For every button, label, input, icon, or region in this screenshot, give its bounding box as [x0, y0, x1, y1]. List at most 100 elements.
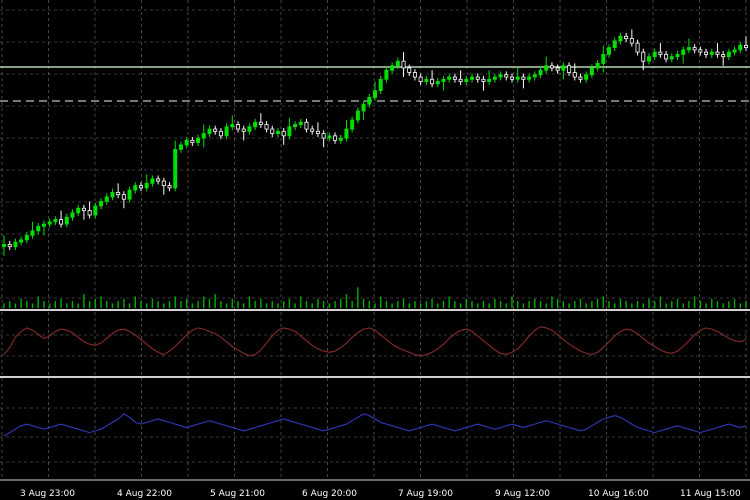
candle-body — [601, 54, 606, 64]
candle-body — [76, 207, 81, 214]
candle-body — [435, 81, 440, 85]
time-axis-label: 11 Aug 15:00 — [680, 489, 741, 499]
candle-body — [253, 121, 258, 128]
candle-body — [104, 196, 109, 202]
candle-body — [304, 121, 309, 130]
candle-body — [241, 128, 246, 132]
candle-body — [744, 44, 749, 49]
candle-body — [298, 121, 303, 125]
candle-body — [658, 51, 663, 55]
candle-body — [144, 182, 149, 189]
candle-body — [93, 205, 98, 216]
candle-body — [652, 51, 657, 58]
candle-body — [321, 133, 326, 139]
candle-body — [498, 74, 503, 78]
candle-body — [224, 126, 229, 137]
candle-body — [532, 74, 537, 78]
candle-body — [87, 210, 92, 216]
candle-body — [669, 56, 674, 60]
candle-body — [355, 110, 360, 121]
candle-body — [521, 76, 526, 80]
candle-body — [361, 103, 366, 112]
candle-body — [110, 191, 115, 198]
candle-body — [230, 124, 235, 128]
candle-body — [430, 78, 435, 85]
candle-body — [612, 40, 617, 49]
time-axis-label: 6 Aug 20:00 — [302, 489, 357, 499]
candle-body — [475, 76, 480, 80]
candle-body — [207, 128, 212, 134]
candle-body — [407, 67, 412, 73]
chart-background — [0, 0, 750, 500]
candle-body — [738, 44, 743, 51]
trading-chart: 3 Aug 23:00 4 Aug 22:00 5 Aug 21:00 6 Au… — [0, 0, 750, 500]
candle-body — [418, 76, 423, 82]
candle-body — [704, 51, 709, 55]
candle-body — [561, 65, 566, 71]
candle-body — [384, 69, 389, 80]
candle-body — [293, 124, 298, 128]
candle-body — [721, 54, 726, 58]
candle-body — [7, 244, 12, 248]
candle-body — [555, 67, 560, 71]
candle-body — [544, 65, 549, 71]
candle-body — [578, 76, 583, 80]
candle-body — [624, 35, 629, 39]
candle-body — [515, 76, 520, 80]
candle-body — [681, 49, 686, 55]
candle-body — [13, 241, 18, 248]
candle-body — [447, 76, 452, 80]
candle-body — [629, 38, 634, 44]
candle-body — [567, 65, 572, 73]
candle-body — [664, 54, 669, 60]
candle-body — [698, 49, 703, 53]
candle-body — [350, 119, 355, 130]
time-axis-label: 7 Aug 19:00 — [398, 489, 453, 499]
candle-body — [538, 69, 543, 76]
candle-body — [686, 47, 691, 51]
candle-body — [675, 54, 680, 58]
candle-body — [470, 76, 475, 80]
candle-body — [315, 130, 320, 134]
candle-body — [504, 74, 509, 78]
candle-body — [372, 90, 377, 98]
candle-body — [270, 128, 275, 134]
candle-body — [161, 180, 166, 187]
candle-body — [527, 76, 532, 80]
candle-body — [367, 96, 372, 105]
candle-body — [201, 133, 206, 139]
candle-body — [81, 207, 86, 211]
candle-body — [64, 216, 69, 225]
candle-body — [715, 51, 720, 55]
candle-body — [247, 126, 252, 132]
candle-body — [213, 128, 218, 132]
candle-body — [487, 78, 492, 82]
candle-body — [549, 65, 554, 69]
candle-body — [41, 223, 46, 227]
candle-body — [116, 191, 121, 196]
candle-body — [218, 130, 223, 137]
candle-body — [509, 76, 514, 80]
candle-body — [378, 78, 383, 92]
candle-body — [184, 139, 189, 146]
candle-body — [275, 130, 280, 134]
candle-body — [156, 178, 161, 182]
candle-body — [190, 139, 195, 144]
candle-body — [264, 124, 269, 130]
candle-body — [338, 137, 343, 141]
candle-body — [236, 124, 241, 130]
candle-body — [589, 67, 594, 76]
candle-body — [133, 185, 138, 191]
candle-body — [646, 56, 651, 62]
candle-body — [395, 60, 400, 67]
time-axis-label: 10 Aug 16:00 — [588, 489, 649, 499]
candle-body — [99, 201, 104, 207]
candle-body — [2, 244, 7, 248]
candle-body — [327, 135, 332, 139]
candle-body — [47, 221, 52, 225]
candle-body — [732, 49, 737, 53]
candle-body — [281, 130, 286, 137]
candle-body — [412, 72, 417, 78]
candle-body — [178, 144, 183, 150]
candle-body — [481, 78, 486, 82]
